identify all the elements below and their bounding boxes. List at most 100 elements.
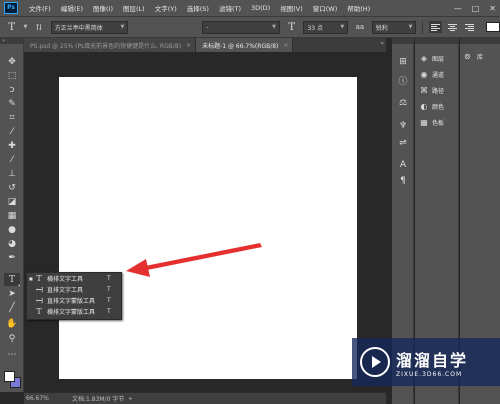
menu-view[interactable]: 视图(V) [275,3,308,13]
font-size-icon: T [288,21,296,33]
shortcut-key: T [107,308,111,315]
panel-paths[interactable]: ⌘ 路径 [419,83,444,97]
horizontal-type-icon: T [36,274,42,283]
chevron-down-icon[interactable]: ▼ [23,24,27,30]
eraser-tool-icon[interactable]: ◪ [4,195,20,208]
libraries-icon: ⊚ [464,52,471,61]
panel-channels[interactable]: ◉ 通道 [419,67,445,81]
clone-source-icon[interactable]: ⚖ [395,96,411,110]
tab-label: PS.psd @ 25% (Ps填充前景色的快捷键是什么, RGB/8) [30,42,182,50]
properties-icon[interactable]: ⇌ [395,136,411,150]
close-icon[interactable]: ✕ [489,4,496,13]
align-left-button[interactable] [429,21,443,33]
minimize-icon[interactable]: — [454,4,462,13]
swatches-icon: ▦ [420,117,428,127]
panel-color[interactable]: ◐ 颜色 [419,99,445,113]
panel-label: 色板 [432,119,445,127]
close-icon[interactable]: × [283,42,288,49]
shape-tool-icon[interactable]: ╱ [4,301,20,314]
antialias-select[interactable]: 锐利 ▼ [371,20,417,34]
quick-select-tool-icon[interactable]: ✎ [4,97,20,110]
extra-tools-icon[interactable]: ⋯ [4,348,20,361]
eyedropper-tool-icon[interactable]: ⁄ [4,125,20,138]
watermark: 溜溜自学 ZIXUE.3D66.COM [352,338,500,386]
status-menu-icon[interactable]: ▸ [129,395,132,402]
healing-tool-icon[interactable]: ✚ [4,139,20,152]
crop-tool-icon[interactable]: ⌗ [4,111,20,124]
photoshop-logo: Ps [4,2,18,14]
pen-tool-icon[interactable]: ✒ [4,251,20,264]
history-icon[interactable]: ⊞ [395,55,411,69]
panel-layers[interactable]: ◈ 图层 [419,51,444,65]
document-canvas[interactable] [59,77,357,379]
color-icon: ◐ [420,101,428,111]
menu-filter[interactable]: 滤镜(T) [214,3,246,13]
zoom-level[interactable]: 66.67% [26,395,66,402]
panel-label: 颜色 [432,103,445,111]
horizontal-type-mask-icon: T [36,307,42,316]
brush-preset-icon[interactable]: ♆ [395,119,411,133]
flyout-item-vertical-type[interactable]: T 直排文字工具 T [27,284,121,295]
dodge-tool-icon[interactable]: ◕ [4,237,20,250]
font-size-select[interactable]: 33 点 ▼ [303,20,349,34]
channels-icon: ◉ [420,69,428,79]
align-center-button[interactable] [446,21,459,33]
shortcut-key: T [107,275,111,282]
antialias-value: 锐利 [375,24,388,32]
text-color-swatch[interactable] [486,22,500,32]
type-tool-glyph: T [8,274,15,285]
menu-edit[interactable]: 编辑(E) [56,3,88,13]
panel-swatches[interactable]: ▦ 色板 [419,115,444,129]
tab-ps-psd[interactable]: PS.psd @ 25% (Ps填充前景色的快捷键是什么, RGB/8) × [24,38,197,52]
font-size-value: 33 点 [307,24,324,32]
move-tool-icon[interactable]: ✥ [4,55,20,68]
font-family-select[interactable]: 方正兰亭中黑简体 ▼ [50,20,129,34]
type-tool-icon[interactable]: T [4,273,20,286]
flyout-item-label: 横排文字蒙版工具 [47,309,96,316]
toolbar-collapse-icon[interactable]: » [0,38,24,44]
flyout-item-horizontal-type[interactable]: ■ T 横排文字工具 T [27,273,121,284]
flyout-item-horizontal-type-mask[interactable]: T 横排文字蒙版工具 T [27,306,121,317]
character-icon[interactable]: A [395,158,411,172]
menu-file[interactable]: 文件(F) [24,3,56,13]
brush-tool-icon[interactable]: ⁄ [4,153,20,166]
info-icon[interactable]: ⓘ [395,73,411,87]
menu-image[interactable]: 图像(I) [88,3,118,13]
hand-tool-icon[interactable]: ✋ [4,317,20,330]
menu-layer[interactable]: 图层(L) [118,3,150,13]
font-style-value: - [206,23,209,31]
foreground-color-swatch[interactable] [4,371,15,382]
tab-label: 未标题-1 @ 66.7%(RGB/8) [202,42,279,50]
flyout-item-label: 直排文字工具 [47,287,84,294]
close-icon[interactable]: × [186,42,191,49]
path-select-tool-icon[interactable]: ➤ [4,287,20,300]
menu-select[interactable]: 选择(S) [182,3,214,13]
paths-icon: ⌘ [420,85,428,95]
menu-window[interactable]: 窗口(W) [308,3,343,13]
paragraph-icon[interactable]: ¶ [395,174,411,188]
history-brush-tool-icon[interactable]: ↺ [4,181,20,194]
flyout-item-vertical-type-mask[interactable]: T 直排文字蒙版工具 T [27,295,121,306]
tab-untitled-1[interactable]: 未标题-1 @ 66.7%(RGB/8) × [196,38,294,52]
font-style-select[interactable]: - ▼ [202,20,281,34]
menu-type[interactable]: 文字(Y) [150,3,182,13]
type-tool-preset-icon[interactable]: T [4,22,19,33]
play-logo-icon [360,347,390,377]
maximize-icon[interactable]: □ [472,4,480,13]
menu-help[interactable]: 帮助(H) [342,3,375,13]
panel-label: 图层 [432,55,445,63]
marquee-tool-icon[interactable]: ⬚ [4,69,20,82]
stamp-tool-icon[interactable]: ⊥ [4,167,20,180]
menu-3d[interactable]: 3D(D) [246,4,275,12]
tabs-overflow-icon[interactable]: » [380,40,384,47]
lasso-tool-icon[interactable]: ↄ [4,83,20,96]
menu-bar: Ps 文件(F) 编辑(E) 图像(I) 图层(L) 文字(Y) 选择(S) 滤… [0,0,500,16]
gradient-tool-icon[interactable]: ▦ [4,209,20,222]
align-right-button[interactable] [463,21,476,33]
document-size: 文档:1.83M/0 字节 [72,396,125,403]
text-orientation-icon[interactable]: ⇅ [31,23,46,32]
blur-tool-icon[interactable]: ● [4,223,20,236]
panel-libraries[interactable]: ⊚ 库 [464,52,483,61]
panel-label: 通道 [432,71,445,79]
zoom-tool-icon[interactable]: ⚲ [4,332,20,345]
